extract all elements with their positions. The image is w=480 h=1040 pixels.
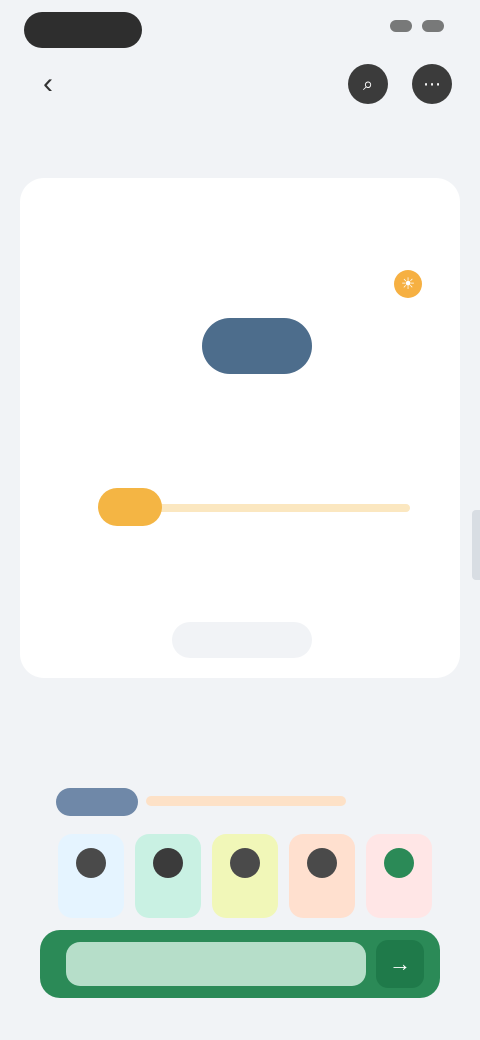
day-chip xyxy=(76,848,106,878)
week-label xyxy=(56,788,138,816)
top-bar: ‹ ⌕ ⋯ xyxy=(0,0,480,120)
main-card: ☀ xyxy=(20,178,460,678)
day-chip xyxy=(307,848,337,878)
search-button[interactable]: ⌕ xyxy=(348,64,388,104)
day-card[interactable] xyxy=(58,834,124,918)
details-button[interactable] xyxy=(172,622,312,658)
tab-1[interactable] xyxy=(110,206,130,218)
week-panel xyxy=(50,782,440,922)
day-card[interactable] xyxy=(212,834,278,918)
sun-icon: ☀ xyxy=(400,276,416,293)
day-card[interactable] xyxy=(366,834,432,918)
more-button[interactable]: ⋯ xyxy=(412,64,452,104)
status-pill xyxy=(24,12,142,48)
day-chip xyxy=(384,848,414,878)
arrow-right-icon: → xyxy=(376,940,424,988)
search-icon: ⌕ xyxy=(362,73,374,94)
status-indicators xyxy=(390,20,444,32)
day-chip xyxy=(230,848,260,878)
week-strip xyxy=(146,796,346,806)
primary-cta[interactable]: → xyxy=(40,930,440,998)
tab-3[interactable] xyxy=(350,206,370,218)
day-card[interactable] xyxy=(289,834,355,918)
edge-drawer-handle[interactable] xyxy=(472,510,480,580)
progress-track xyxy=(140,504,410,512)
battery-icon xyxy=(422,20,444,32)
day-card[interactable] xyxy=(135,834,201,918)
value-badge xyxy=(202,318,312,374)
back-button[interactable]: ‹ xyxy=(30,66,66,102)
tab-bar xyxy=(20,206,460,218)
more-icon: ⋯ xyxy=(423,73,441,94)
day-chip xyxy=(153,848,183,878)
cta-mid-text xyxy=(66,942,366,986)
tab-2[interactable] xyxy=(230,206,250,218)
marker-badge xyxy=(98,488,162,526)
days-row xyxy=(50,834,440,918)
sun-button[interactable]: ☀ xyxy=(394,270,422,298)
signal-icon xyxy=(390,20,412,32)
back-arrow-icon: ‹ xyxy=(43,67,53,100)
